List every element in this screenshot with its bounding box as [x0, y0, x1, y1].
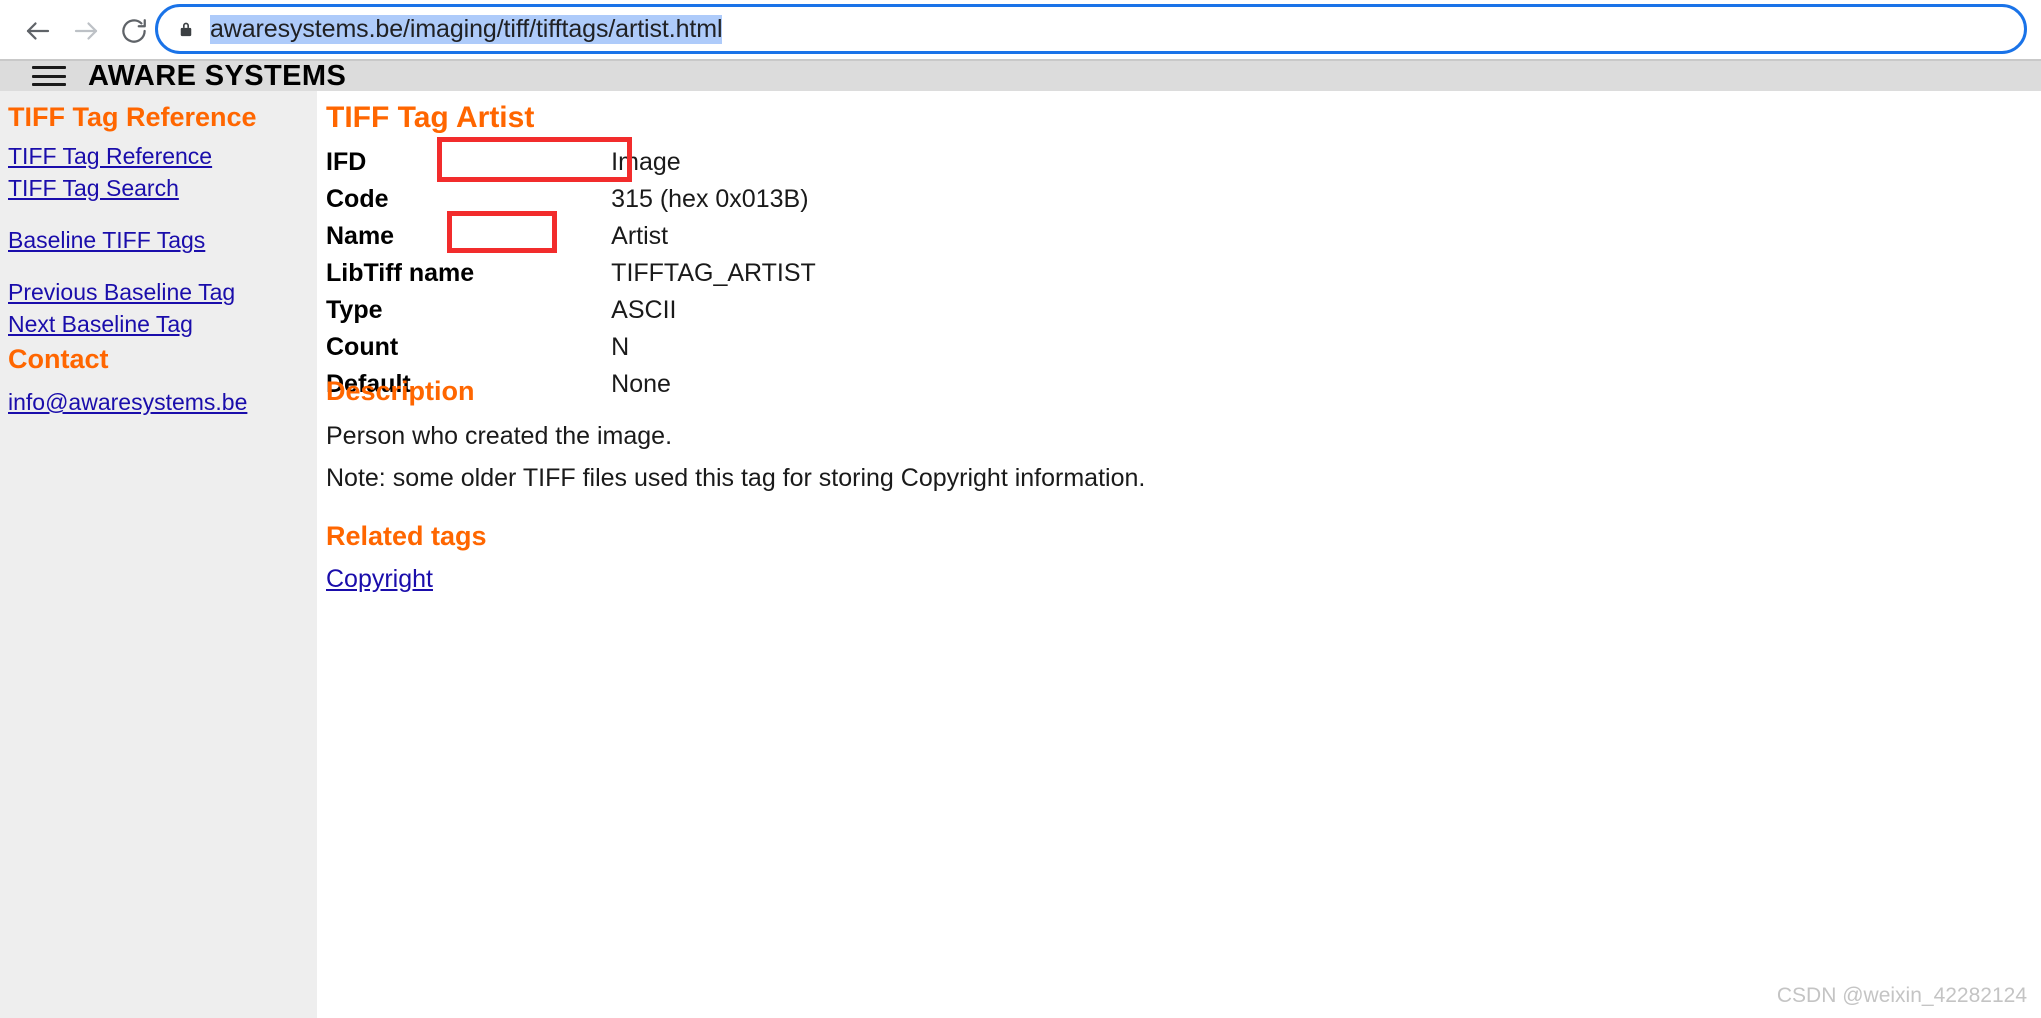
reload-button[interactable] — [110, 7, 158, 55]
row-value-type: ASCII — [611, 296, 677, 324]
section-heading-description: Description — [326, 376, 475, 406]
sidebar-link-tiff-tag-search[interactable]: TIFF Tag Search — [8, 175, 179, 202]
site-header: AWARE SYSTEMS — [0, 59, 2041, 92]
row-value-libtiff-name: TIFFTAG_ARTIST — [611, 259, 816, 287]
lock-icon — [176, 18, 196, 40]
description-paragraph-1: Person who created the image. — [326, 422, 673, 450]
reload-icon — [119, 16, 149, 46]
sidebar-link-previous-baseline-tag[interactable]: Previous Baseline Tag — [8, 279, 235, 306]
row-label-type: Type — [326, 296, 383, 324]
sidebar-link-tiff-tag-reference[interactable]: TIFF Tag Reference — [8, 143, 212, 170]
back-button[interactable] — [14, 7, 62, 55]
row-value-ifd: Image — [611, 148, 681, 176]
address-bar-url[interactable]: awaresystems.be/imaging/tiff/tifftags/ar… — [210, 14, 723, 44]
section-heading-related-tags: Related tags — [326, 521, 487, 551]
sidebar-link-email[interactable]: info@awaresystems.be — [8, 389, 247, 416]
watermark: CSDN @weixin_42282124 — [1776, 984, 2027, 1007]
browser-nav-buttons — [14, 7, 158, 55]
row-value-count: N — [611, 333, 630, 361]
row-label-ifd: IFD — [326, 148, 367, 176]
forward-button[interactable] — [62, 7, 110, 55]
sidebar-link-next-baseline-tag[interactable]: Next Baseline Tag — [8, 311, 193, 338]
arrow-left-icon — [23, 16, 53, 46]
row-value-code: 315 (hex 0x013B) — [611, 185, 809, 213]
description-paragraph-2: Note: some older TIFF files used this ta… — [326, 464, 1146, 492]
row-label-code: Code — [326, 185, 389, 213]
row-value-default: None — [611, 370, 671, 398]
sidebar-heading-tiff-tag-reference: TIFF Tag Reference — [8, 102, 257, 132]
tag-properties-table: IFD Image Code 315 (hex 0x013B) Name Art… — [326, 144, 816, 403]
related-tag-link-copyright[interactable]: Copyright — [326, 565, 433, 594]
sidebar-link-baseline-tiff-tags[interactable]: Baseline TIFF Tags — [8, 227, 205, 254]
table-row: IFD Image — [326, 144, 816, 181]
page-title: TIFF Tag Artist — [326, 101, 535, 134]
table-row: Count N — [326, 329, 816, 366]
address-bar[interactable]: awaresystems.be/imaging/tiff/tifftags/ar… — [155, 4, 2027, 54]
row-value-name: Artist — [611, 222, 669, 250]
table-row: Type ASCII — [326, 292, 816, 329]
hamburger-menu-icon[interactable] — [32, 63, 66, 89]
browser-chrome: awaresystems.be/imaging/tiff/tifftags/ar… — [0, 0, 2041, 61]
table-row: Name Artist — [326, 218, 816, 255]
sidebar-heading-contact: Contact — [8, 344, 109, 374]
sidebar: TIFF Tag Reference TIFF Tag Reference TI… — [0, 91, 317, 1018]
row-label-count: Count — [326, 333, 399, 361]
table-row: Code 315 (hex 0x013B) — [326, 181, 816, 218]
main-content: TIFF Tag Artist IFD Image Code 315 (hex … — [317, 91, 2041, 1018]
arrow-right-icon — [71, 16, 101, 46]
row-label-libtiff-name: LibTiff name — [326, 259, 475, 287]
site-title: AWARE SYSTEMS — [88, 59, 347, 92]
row-label-name: Name — [326, 222, 395, 250]
table-row: LibTiff name TIFFTAG_ARTIST — [326, 255, 816, 292]
